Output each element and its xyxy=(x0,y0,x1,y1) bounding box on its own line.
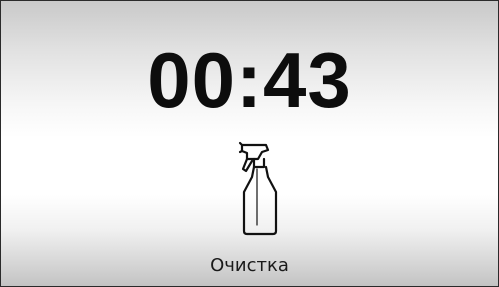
cleaning-timer-screen: 00:43 Очистка xyxy=(0,0,499,287)
spray-bottle-icon xyxy=(238,141,278,236)
mode-label: Очистка xyxy=(210,255,289,276)
countdown-timer: 00:43 xyxy=(147,36,352,124)
